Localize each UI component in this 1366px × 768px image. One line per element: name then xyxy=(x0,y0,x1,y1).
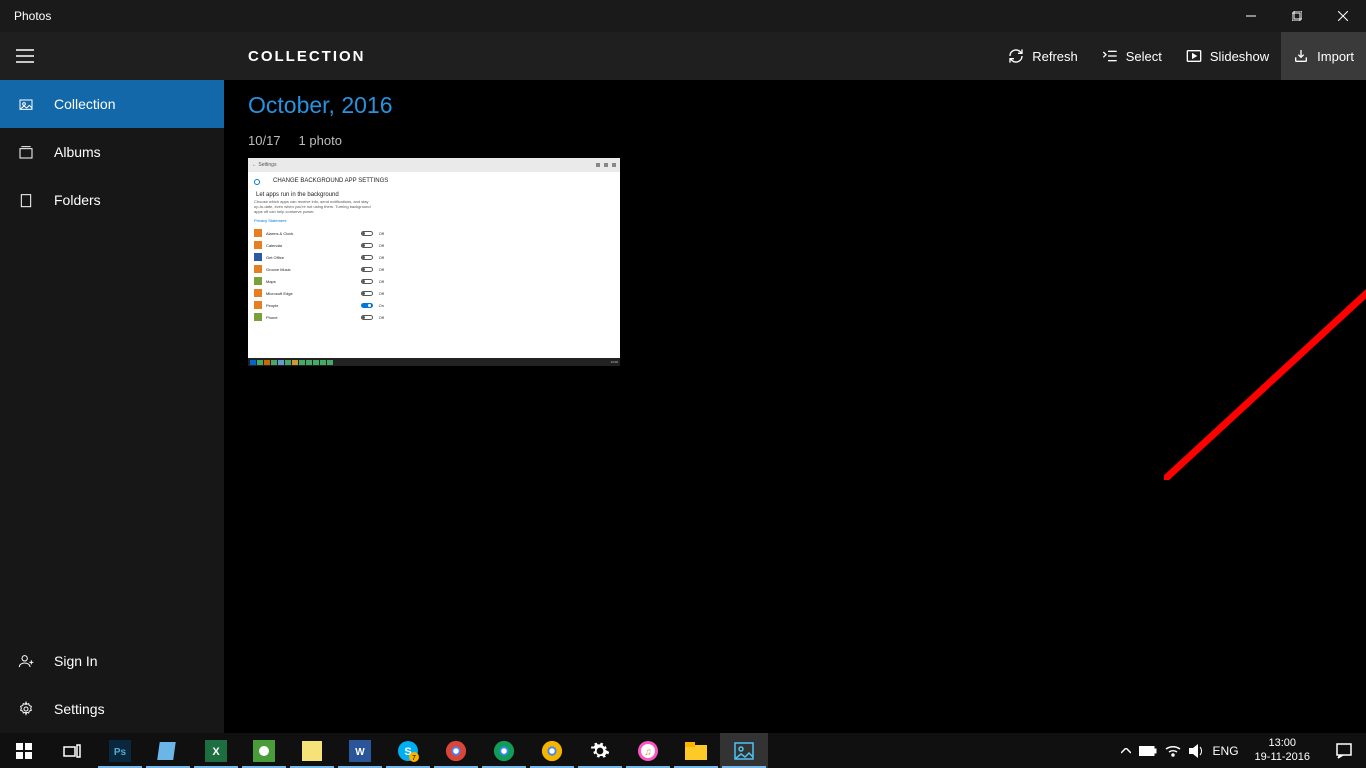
tray-clock[interactable]: 13:00 19-11-2016 xyxy=(1247,737,1318,765)
photo-thumbnail[interactable]: ← Settings CHANGE BACKGROUND APP SETTING… xyxy=(248,158,620,366)
thumb-win-header: ← Settings xyxy=(248,158,620,172)
sidebar-item-label: Folders xyxy=(54,192,101,208)
taskbar-app-chrome1[interactable] xyxy=(432,733,480,768)
clock-date: 19-11-2016 xyxy=(1255,751,1310,765)
sidebar-item-albums[interactable]: Albums xyxy=(0,128,224,176)
settings-label: Settings xyxy=(54,701,105,717)
taskbar-app-skype[interactable]: S7 xyxy=(384,733,432,768)
start-button[interactable] xyxy=(0,733,48,768)
taskbar: Ps X W S7 ♫ ENG 13:00 19-11-2016 xyxy=(0,733,1366,768)
close-button[interactable] xyxy=(1320,0,1366,32)
app-title: Photos xyxy=(0,9,51,23)
window-controls xyxy=(1228,0,1366,32)
svg-text:Ps: Ps xyxy=(114,747,127,758)
taskbar-app-photos[interactable] xyxy=(720,733,768,768)
annotation-arrow xyxy=(1164,180,1366,480)
taskbar-app-sticky[interactable] xyxy=(288,733,336,768)
taskbar-app-word[interactable]: W xyxy=(336,733,384,768)
maximize-button[interactable] xyxy=(1274,0,1320,32)
refresh-label: Refresh xyxy=(1032,49,1078,64)
svg-text:♫: ♫ xyxy=(644,747,652,758)
taskbar-app-settings[interactable] xyxy=(576,733,624,768)
sidebar-item-label: Collection xyxy=(54,96,115,112)
tray-notifications-icon[interactable] xyxy=(1326,733,1362,768)
tray-wifi-icon[interactable] xyxy=(1165,745,1181,757)
tray-language[interactable]: ENG xyxy=(1213,744,1239,758)
sidebar: Collection Albums Folders Sign In Settin… xyxy=(0,80,224,733)
select-label: Select xyxy=(1126,49,1162,64)
minimize-button[interactable] xyxy=(1228,0,1274,32)
albums-icon xyxy=(18,144,34,160)
month-header[interactable]: October, 2016 xyxy=(248,92,1342,119)
photo-count: 1 photo xyxy=(299,133,342,148)
tray-battery-icon[interactable] xyxy=(1139,746,1157,756)
import-label: Import xyxy=(1317,49,1354,64)
taskbar-app-notepad[interactable] xyxy=(144,733,192,768)
sidebar-item-label: Albums xyxy=(54,144,101,160)
taskview-button[interactable] xyxy=(48,733,96,768)
app-body: Collection Albums Folders Sign In Settin… xyxy=(0,80,1366,733)
signin-label: Sign In xyxy=(54,653,98,669)
content: October, 2016 10/17 1 photo ← Settings C… xyxy=(224,80,1366,733)
svg-text:7: 7 xyxy=(412,755,416,762)
taskbar-app-chrome2[interactable] xyxy=(480,733,528,768)
svg-text:W: W xyxy=(355,747,365,758)
tray-chevron-icon[interactable] xyxy=(1121,748,1131,754)
taskbar-app-excel[interactable]: X xyxy=(192,733,240,768)
system-tray: ENG 13:00 19-11-2016 xyxy=(1121,733,1366,768)
gear-icon xyxy=(18,701,34,717)
taskbar-app-explorer[interactable] xyxy=(672,733,720,768)
titlebar: Photos xyxy=(0,0,1366,32)
refresh-icon xyxy=(1008,48,1024,64)
import-button[interactable]: Import xyxy=(1281,32,1366,80)
sidebar-item-collection[interactable]: Collection xyxy=(0,80,224,128)
toolbar: COLLECTION Refresh Select Slideshow Impo… xyxy=(0,32,1366,80)
date-line: 10/17 1 photo xyxy=(248,133,1342,148)
taskbar-app-chrome3[interactable] xyxy=(528,733,576,768)
sidebar-settings[interactable]: Settings xyxy=(0,685,224,733)
select-icon xyxy=(1102,48,1118,64)
section-title: COLLECTION xyxy=(248,48,366,65)
sidebar-item-folders[interactable]: Folders xyxy=(0,176,224,224)
import-icon xyxy=(1293,48,1309,64)
slideshow-label: Slideshow xyxy=(1210,49,1269,64)
sidebar-signin[interactable]: Sign In xyxy=(0,637,224,685)
taskbar-app-photoshop[interactable]: Ps xyxy=(96,733,144,768)
slideshow-button[interactable]: Slideshow xyxy=(1174,32,1281,80)
date-label: 10/17 xyxy=(248,133,281,148)
clock-time: 13:00 xyxy=(1255,737,1310,751)
taskbar-app-itunes[interactable]: ♫ xyxy=(624,733,672,768)
select-button[interactable]: Select xyxy=(1090,32,1174,80)
person-icon xyxy=(18,653,34,669)
taskbar-app-camtasia[interactable] xyxy=(240,733,288,768)
tray-volume-icon[interactable] xyxy=(1189,744,1205,758)
folders-icon xyxy=(18,192,34,208)
collection-icon xyxy=(18,96,34,112)
slideshow-icon xyxy=(1186,48,1202,64)
hamburger-button[interactable] xyxy=(0,32,50,80)
svg-text:X: X xyxy=(212,746,220,758)
refresh-button[interactable]: Refresh xyxy=(996,32,1090,80)
